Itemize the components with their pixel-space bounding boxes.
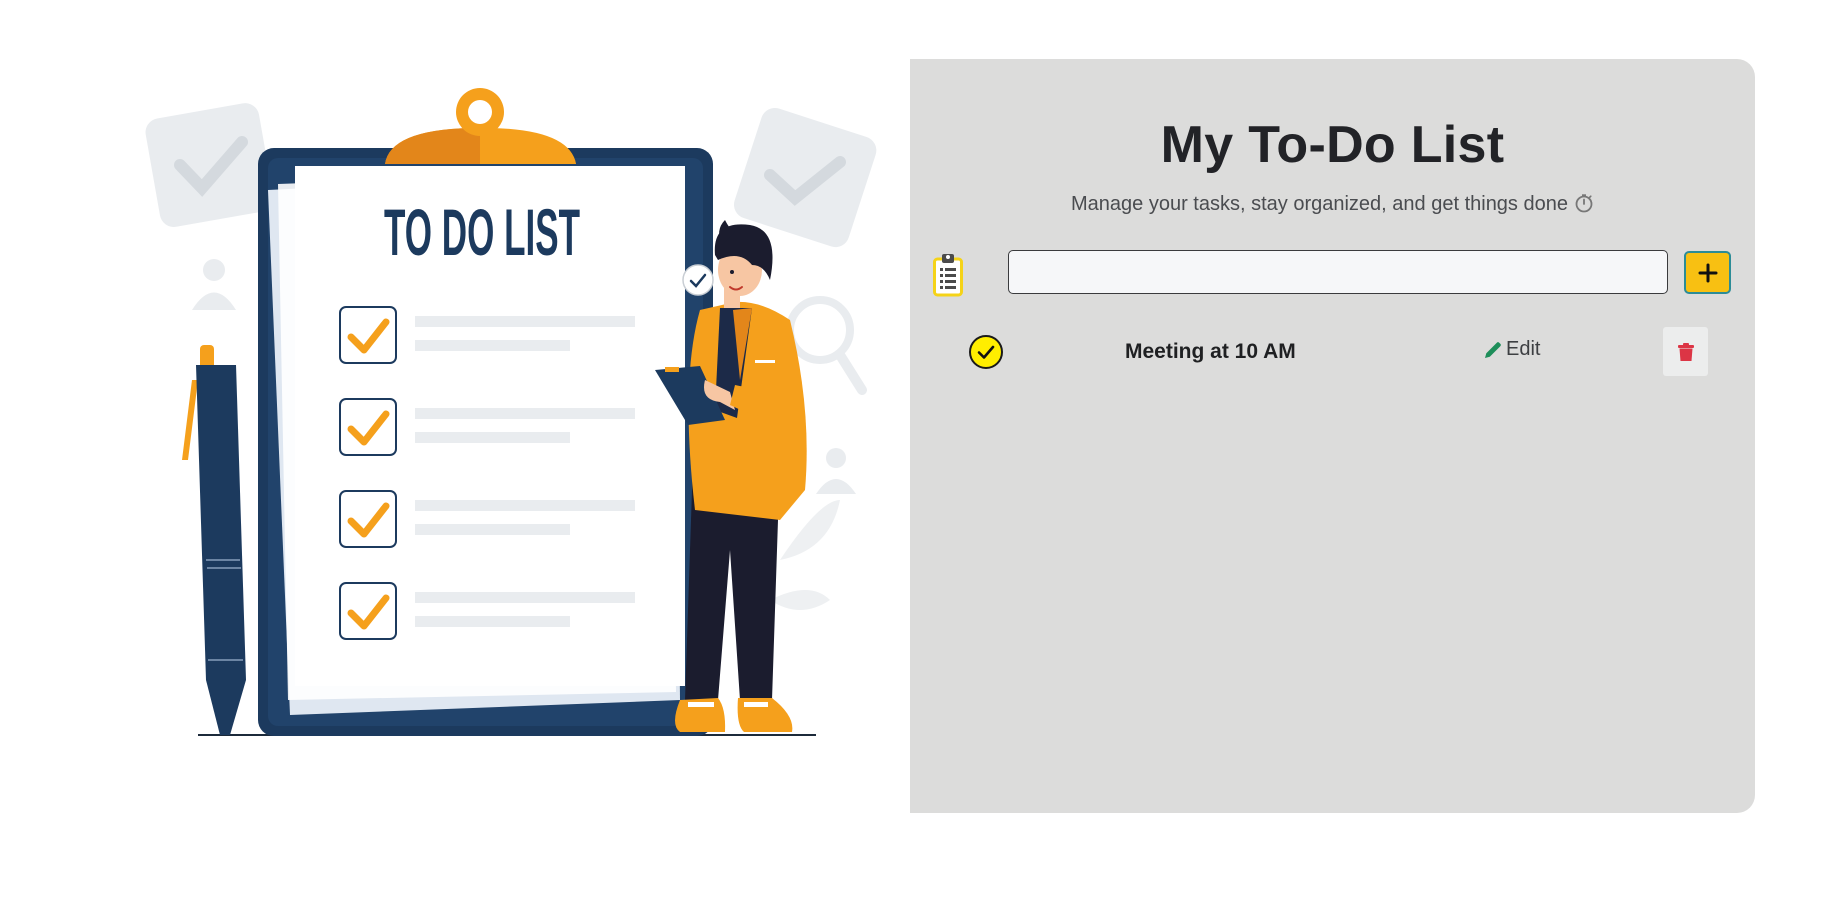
- clipboard-heading: TO DO LIST: [384, 195, 580, 269]
- subtitle-text: Manage your tasks, stay organized, and g…: [1071, 193, 1568, 215]
- add-task-row: [933, 249, 1733, 299]
- page: TO DO LIST My To-Do List Manage your tas…: [0, 0, 1826, 910]
- task-input[interactable]: [1008, 250, 1668, 294]
- delete-task-button[interactable]: [1663, 327, 1708, 376]
- stopwatch-icon: [1574, 193, 1594, 213]
- todo-panel: My To-Do List Manage your tasks, stay or…: [910, 59, 1755, 813]
- edit-label: Edit: [1506, 338, 1541, 360]
- page-subtitle: Manage your tasks, stay organized, and g…: [910, 193, 1755, 216]
- ghost-check-card-left: [145, 103, 274, 228]
- page-title: My To-Do List: [1160, 116, 1505, 174]
- task-text: Meeting at 10 AM: [1125, 340, 1296, 363]
- pen-illustration: [182, 345, 246, 735]
- trash-icon: [1677, 342, 1694, 361]
- edit-task-button[interactable]: Edit: [1483, 338, 1540, 361]
- clipboard-list-icon: [933, 253, 963, 297]
- clipboard-illustration: TO DO LIST: [258, 88, 713, 736]
- check-circle-icon[interactable]: [969, 335, 1003, 369]
- todo-illustration: TO DO LIST: [140, 80, 900, 760]
- task-item: Meeting at 10 AM Edit: [910, 326, 1755, 378]
- add-task-button[interactable]: [1684, 251, 1731, 294]
- plus-icon: [1698, 263, 1717, 282]
- pencil-icon: [1485, 341, 1501, 358]
